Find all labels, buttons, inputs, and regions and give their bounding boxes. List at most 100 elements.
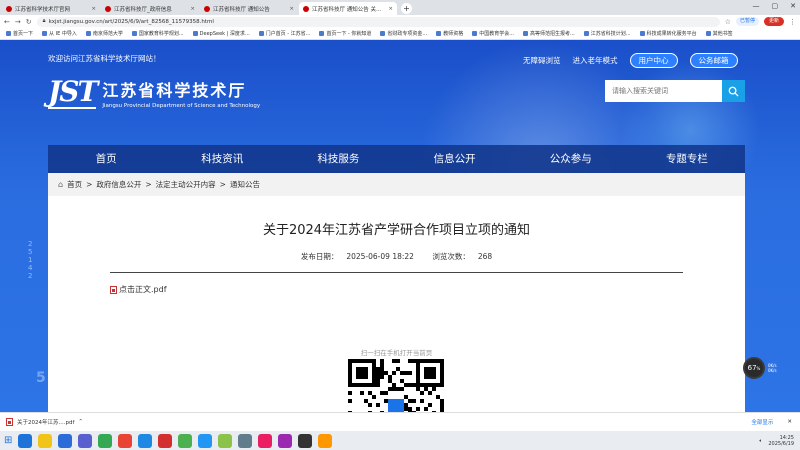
translate-status[interactable]: 已暂停	[735, 17, 759, 26]
user-center-button[interactable]: 用户中心	[629, 53, 678, 68]
taskbar-app-icon[interactable]	[138, 433, 153, 448]
bookmark-item[interactable]: 教师资格	[436, 30, 463, 37]
bookmark-item[interactable]: 首页一下	[6, 30, 33, 37]
volume-icon[interactable]: 🔈︎	[759, 438, 762, 444]
decorative-side-number: 5	[36, 370, 46, 386]
nav-topics[interactable]: 专题专栏	[629, 145, 745, 173]
star-icon[interactable]: ☆	[725, 18, 731, 26]
taskbar-app-icon[interactable]	[118, 433, 133, 448]
bookmark-item[interactable]: 从 IE 中导入	[42, 30, 77, 37]
bookmark-icon	[472, 31, 478, 36]
nav-public[interactable]: 公众参与	[513, 145, 629, 173]
download-bar: 关于2024年江苏....pdf ⌃ 全部显示 ✕	[0, 412, 800, 431]
clock[interactable]: 14:25 2025/6/19	[768, 435, 794, 447]
taskbar-app-icon[interactable]	[238, 433, 253, 448]
browser-tab-active[interactable]: 江苏省科技厅 通知公告 关于20... ×	[299, 2, 397, 15]
site-name-en: Jiangsu Provincial Department of Science…	[102, 103, 261, 109]
start-icon[interactable]: ⊞	[4, 435, 12, 446]
new-tab-button[interactable]: +	[401, 3, 412, 14]
close-download-bar-icon[interactable]: ✕	[787, 419, 792, 425]
bookmark-icon	[583, 31, 589, 36]
maximize-icon[interactable]: ▢	[772, 2, 779, 10]
pdf-attachment-link[interactable]: 点击正文.pdf	[110, 284, 167, 295]
bookmark-item[interactable]: 中国教育学会...	[472, 30, 514, 37]
close-window-icon[interactable]: ✕	[790, 2, 796, 10]
update-button[interactable]: 更新	[763, 17, 784, 26]
bookmark-item[interactable]: 国家教育科学规划...	[131, 30, 184, 37]
chevron-up-icon[interactable]: ⌃	[78, 419, 83, 425]
favicon-icon	[204, 5, 210, 12]
elder-mode-link[interactable]: 进入老年模式	[573, 55, 618, 66]
taskbar-app-icon[interactable]	[258, 433, 273, 448]
bookmark-icon	[705, 31, 711, 36]
bookmark-item[interactable]: 门户首页 - 江苏省...	[258, 30, 310, 37]
bookmark-icon	[319, 31, 325, 36]
menu-icon[interactable]: ⋮	[789, 18, 796, 26]
breadcrumb-legal[interactable]: 法定主动公开内容	[156, 179, 216, 190]
taskbar-app-icon[interactable]	[278, 433, 293, 448]
back-icon[interactable]: ←	[4, 18, 10, 26]
taskbar-app-icon[interactable]	[158, 433, 173, 448]
taskbar-app-icon[interactable]	[18, 433, 33, 448]
nav-home[interactable]: 首页	[48, 145, 164, 173]
browser-tab[interactable]: 江苏省科学技术厅官网 ×	[2, 2, 100, 15]
bookmark-item[interactable]: 首页一下 - 你就知道	[319, 30, 371, 37]
nav-info[interactable]: 信息公开	[397, 145, 513, 173]
browser-tab[interactable]: 江苏省科技厅_政府信息 ×	[101, 2, 199, 15]
reload-icon[interactable]: ↻	[26, 18, 32, 26]
breadcrumb-home[interactable]: 首页	[67, 179, 82, 190]
bookmark-item[interactable]: 南京师范大学	[85, 30, 123, 37]
url-field[interactable]: 🔒︎ kxjst.jiangsu.gov.cn/art/2025/6/9/art_…	[36, 16, 720, 27]
bookmark-item[interactable]: 其他书签	[705, 30, 733, 37]
accessible-link[interactable]: 无障碍浏览	[523, 55, 561, 66]
mail-button[interactable]: 公务邮箱	[689, 53, 738, 68]
favicon-icon	[105, 5, 111, 12]
breadcrumb-notice[interactable]: 通知公告	[230, 179, 260, 190]
bookmark-icon	[192, 31, 198, 36]
bookmark-item[interactable]: 江苏省科技计划...	[583, 30, 631, 37]
browser-tab[interactable]: 江苏省科技厅 通知公告 ×	[200, 2, 298, 15]
close-tab-icon[interactable]: ×	[289, 6, 294, 12]
search-button[interactable]	[722, 80, 745, 102]
qr-label: 扫一扫在手机打开当前页	[360, 349, 433, 357]
taskbar-app-icon[interactable]	[318, 433, 333, 448]
site-logo[interactable]: JST 江苏省科学技术厅 Jiangsu Provincial Departme…	[48, 77, 260, 109]
bookmark-item[interactable]: 科技成果转化服务平台	[639, 30, 697, 37]
close-tab-icon[interactable]: ×	[388, 6, 393, 12]
window-controls: — ▢ ✕	[753, 2, 797, 10]
minimize-icon[interactable]: —	[753, 2, 760, 10]
close-tab-icon[interactable]: ×	[190, 6, 195, 12]
taskbar-app-icon[interactable]	[198, 433, 213, 448]
network-speed-widget[interactable]: 67% 0K/s 0K/s	[743, 357, 777, 379]
close-tab-icon[interactable]: ×	[91, 6, 96, 12]
nav-services[interactable]: 科技服务	[280, 145, 396, 173]
taskbar-app-icon[interactable]	[38, 433, 53, 448]
bookmark-item[interactable]: 省财政专项资金...	[380, 30, 427, 37]
breadcrumb: ⌂ 首页 > 政府信息公开 > 法定主动公开内容 > 通知公告	[48, 173, 745, 196]
article-meta: 发布日期： 2025-06-09 18:22 浏览次数： 268	[300, 252, 493, 261]
forward-icon[interactable]: →	[15, 18, 21, 26]
bookmark-item[interactable]: DeepSeek | 深度求...	[192, 30, 250, 37]
bookmark-icon	[258, 31, 264, 36]
bookmark-icon	[131, 31, 137, 36]
show-all-downloads[interactable]: 全部显示	[751, 418, 773, 426]
taskbar-app-icon[interactable]	[98, 433, 113, 448]
taskbar-app-icon[interactable]	[218, 433, 233, 448]
taskbar-app-icon[interactable]	[58, 433, 73, 448]
welcome-text: 欢迎访问江苏省科学技术厅网站！	[48, 54, 161, 63]
bookmarks-bar: 首页一下 从 IE 中导入 南京师范大学 国家教育科学规划... DeepSeek | …	[0, 28, 800, 40]
download-item[interactable]: 关于2024年江苏....pdf ⌃	[6, 418, 83, 426]
bookmark-icon	[436, 31, 442, 36]
site-search	[605, 80, 745, 102]
webpage: 欢迎访问江苏省科学技术厅网站！ 无障碍浏览 进入老年模式 用户中心 公务邮箱 J…	[0, 40, 800, 412]
site-name: 江苏省科学技术厅	[102, 81, 247, 100]
nav-news[interactable]: 科技资讯	[164, 145, 280, 173]
breadcrumb-gov-info[interactable]: 政府信息公开	[96, 179, 141, 190]
taskbar-app-icon[interactable]	[178, 433, 193, 448]
favicon-icon	[6, 5, 12, 12]
home-icon: ⌂	[58, 180, 64, 189]
taskbar-app-icon[interactable]	[78, 433, 93, 448]
bookmark-item[interactable]: 高等师范招生报考...	[523, 30, 575, 37]
search-input[interactable]	[605, 80, 722, 102]
taskbar-app-icon[interactable]	[298, 433, 313, 448]
